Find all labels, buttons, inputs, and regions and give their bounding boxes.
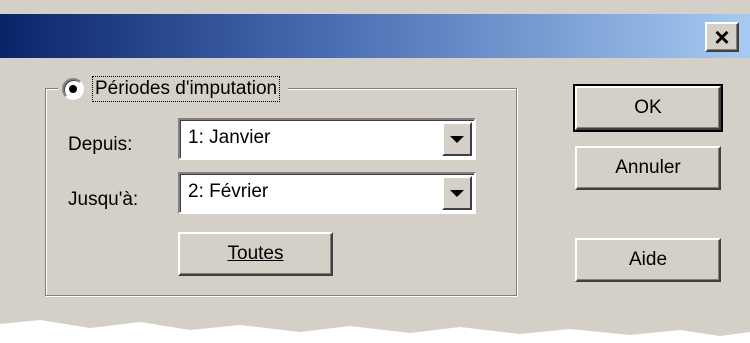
dialog-window: × Périodes d'imputation Depuis: 1: Janvi… [0, 0, 750, 343]
jusqua-select[interactable]: 2: Février [178, 172, 476, 214]
toutes-label: Toutes [227, 243, 284, 264]
jusqua-label: Jusqu'à: [68, 189, 139, 210]
jusqua-value: 2: Février [188, 181, 269, 202]
toutes-button[interactable]: Toutes [178, 232, 333, 276]
torn-edge [0, 320, 750, 343]
depuis-select[interactable]: 1: Janvier [178, 118, 476, 160]
close-button[interactable]: × [705, 22, 739, 52]
close-icon: × [714, 22, 730, 52]
annuler-label: Annuler [615, 157, 681, 178]
ok-button[interactable]: OK [573, 84, 723, 132]
periods-radio-option[interactable]: Périodes d'imputation [58, 74, 289, 104]
radio-button[interactable] [62, 78, 84, 100]
radio-checked-dot [69, 85, 77, 93]
annuler-button[interactable]: Annuler [575, 146, 721, 190]
depuis-label: Depuis: [68, 134, 133, 155]
aide-label: Aide [628, 249, 668, 270]
depuis-value: 1: Janvier [188, 127, 271, 148]
ok-label: OK [634, 97, 662, 118]
jusqua-dropdown-arrow-icon[interactable] [442, 176, 472, 210]
periods-radio-label: Périodes d'imputation [92, 76, 281, 102]
aide-button[interactable]: Aide [575, 238, 721, 282]
depuis-dropdown-arrow-icon[interactable] [442, 122, 472, 156]
title-bar[interactable] [0, 14, 750, 58]
